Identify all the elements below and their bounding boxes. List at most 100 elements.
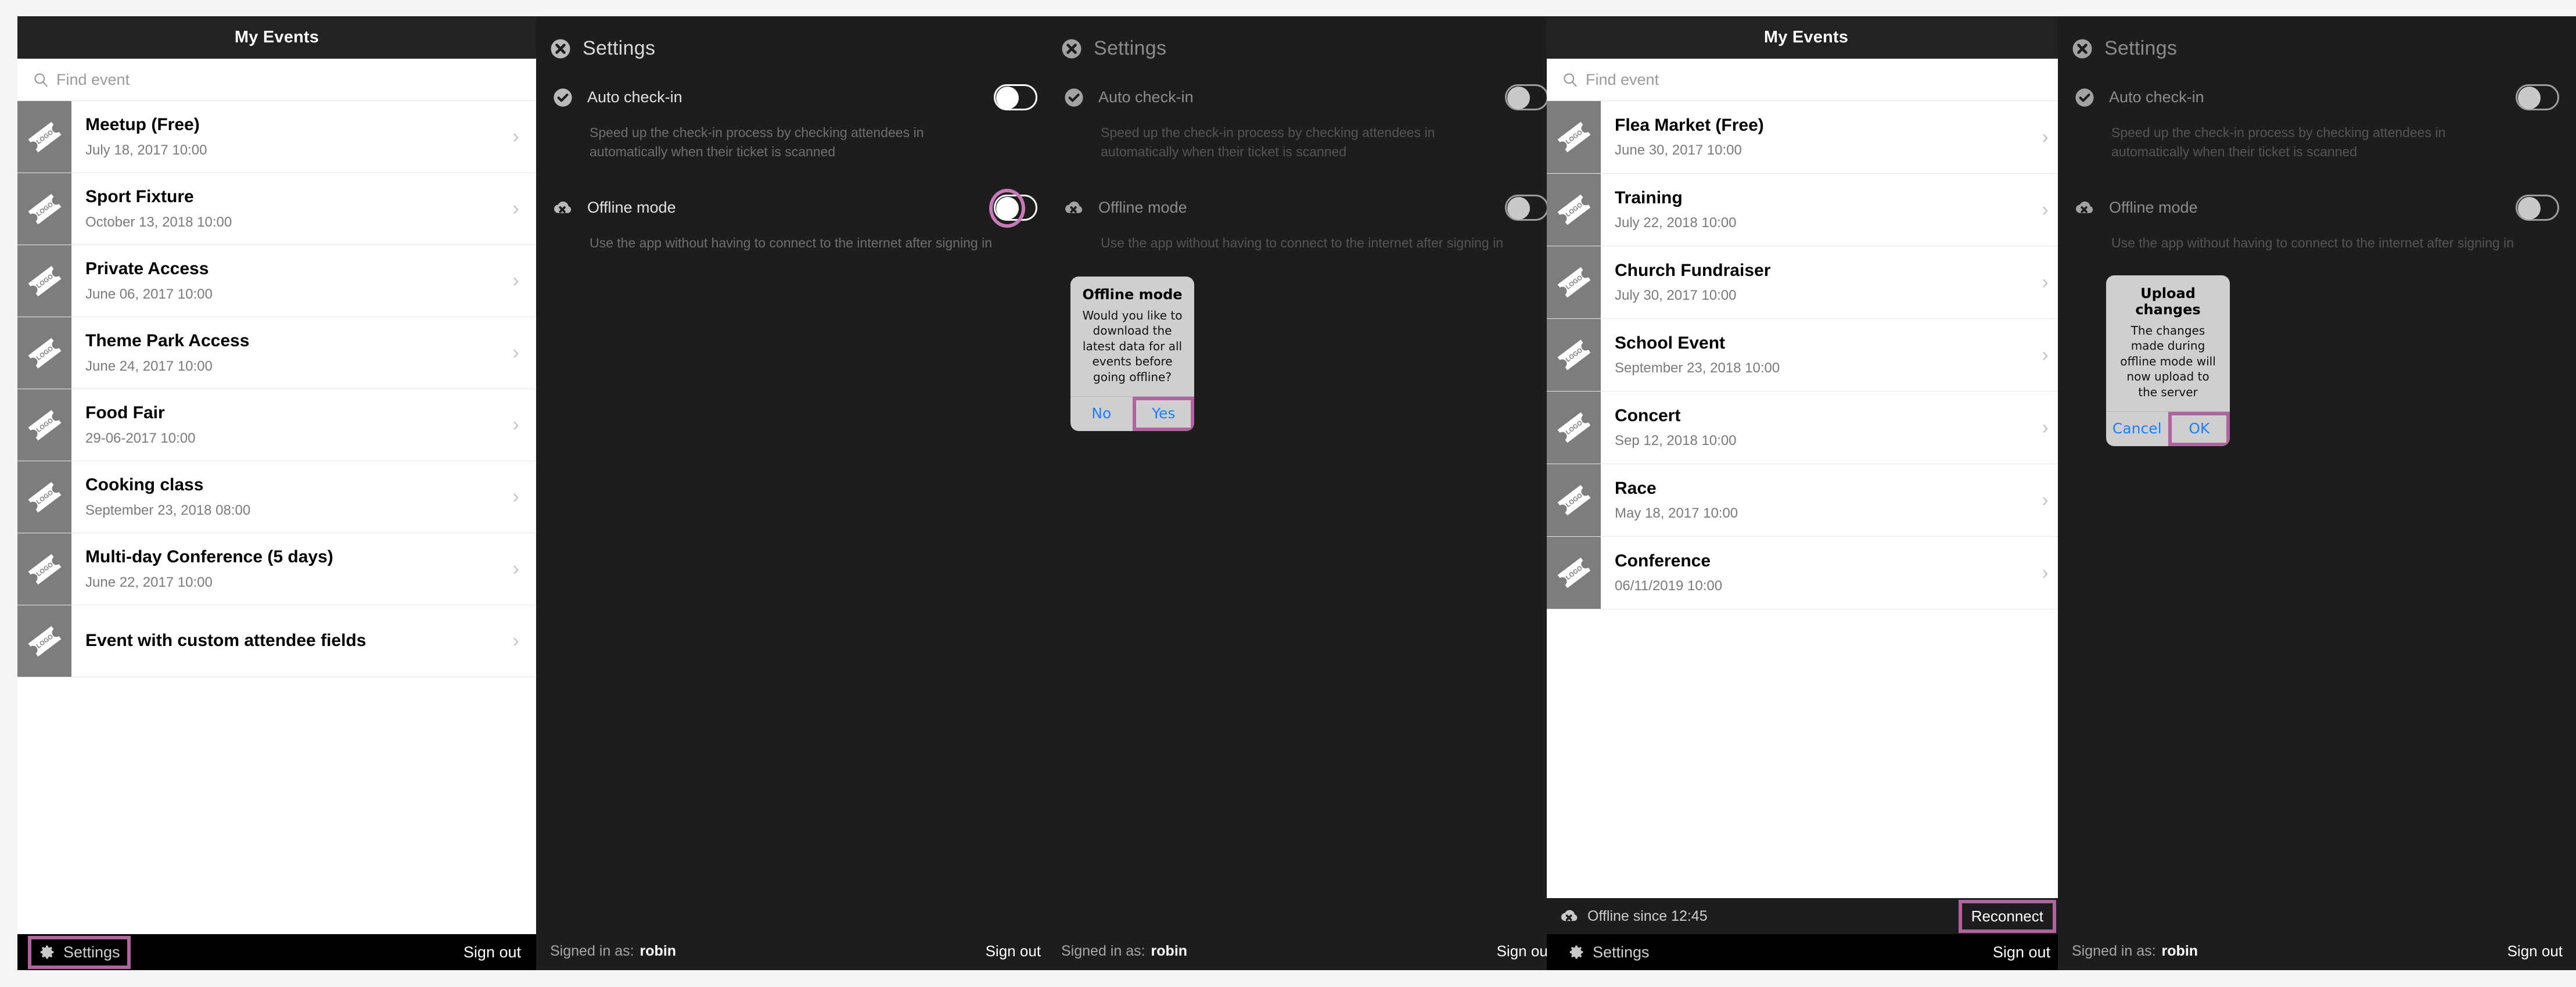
ticket-logo-icon: LOGO	[28, 554, 61, 584]
dialog-cancel-button[interactable]: Cancel	[2106, 412, 2168, 446]
dialog-message: Would you like to download the latest da…	[1082, 308, 1183, 384]
event-date: Sep 12, 2018 10:00	[1615, 433, 1737, 449]
close-icon[interactable]	[1061, 38, 1082, 59]
check-circle-icon	[1062, 88, 1086, 107]
chevron-right-icon: ›	[512, 125, 519, 148]
ticket-logo-icon: LOGO	[28, 482, 61, 512]
event-list-item[interactable]: LOGO Flea Market (Free) June 30, 2017 10:0…	[1547, 101, 2065, 174]
toggle-knob	[996, 197, 1019, 220]
event-title: Food Fair	[85, 403, 165, 423]
auto-checkin-row: Auto check-in	[2058, 84, 2576, 110]
event-info: Flea Market (Free) June 30, 2017 10:00	[1601, 101, 2025, 173]
event-title: Meetup (Free)	[85, 115, 200, 135]
dialog-no-button[interactable]: No	[1070, 397, 1133, 431]
auto-checkin-label: Auto check-in	[587, 88, 682, 106]
event-list-item[interactable]: LOGO Cooking class September 23, 2018 08:0…	[17, 461, 536, 533]
chevron-right-icon: ›	[512, 342, 519, 364]
event-info: School Event September 23, 2018 10:00	[1601, 319, 2025, 391]
auto-checkin-row[interactable]: Auto check-in	[536, 84, 1055, 110]
events-header: My Events	[17, 16, 536, 59]
gear-icon	[40, 945, 54, 959]
signout-button[interactable]: Sign out	[462, 941, 522, 964]
event-list-item[interactable]: LOGO Training July 22, 2018 10:00 ›	[1547, 174, 2065, 246]
chevron-right-icon: ›	[512, 558, 519, 580]
chevron-right-icon: ›	[512, 630, 519, 652]
close-icon[interactable]	[2072, 38, 2093, 59]
ticket-logo-icon: LOGO	[1557, 557, 1590, 588]
dialog-yes-button[interactable]: Yes	[1132, 396, 1194, 431]
settings-bottom-bar: Signed in as: robin Sign out	[2058, 932, 2576, 970]
event-list-item[interactable]: LOGO School Event September 23, 2018 10:00…	[1547, 319, 2065, 392]
event-thumbnail: LOGO	[1547, 319, 1601, 391]
offline-mode-toggle[interactable]	[989, 189, 1037, 228]
settings-header: Settings	[2058, 16, 2576, 60]
offline-mode-row: Offline mode	[1047, 195, 1566, 221]
event-list-item[interactable]: LOGO Race May 18, 2017 10:00 ›	[1547, 464, 2065, 537]
upload-changes-dialog: Upload changes The changes made during o…	[2106, 275, 2230, 446]
event-list-item[interactable]: LOGO Multi-day Conference (5 days) June 22…	[17, 533, 536, 605]
ticket-logo-icon: LOGO	[1557, 484, 1590, 516]
event-title: Multi-day Conference (5 days)	[85, 547, 333, 567]
signout-button[interactable]: Sign out	[2507, 942, 2563, 960]
bottom-bar: Settings Sign out	[1547, 934, 2065, 970]
auto-checkin-toggle	[1505, 84, 1549, 110]
event-info: Private Access June 06, 2017 10:00	[71, 245, 495, 317]
event-title: Event with custom attendee fields	[85, 631, 367, 651]
event-list-item[interactable]: LOGO Event with custom attendee fields ›	[17, 605, 536, 677]
cloud-offline-icon	[551, 199, 574, 217]
auto-checkin-description: Speed up the check-in process by checkin…	[590, 125, 924, 159]
signout-button[interactable]: Sign out	[1497, 942, 1552, 960]
event-list-item[interactable]: LOGO Concert Sep 12, 2018 10:00 ›	[1547, 392, 2065, 464]
event-thumbnail: LOGO	[1547, 392, 1601, 464]
event-title: School Event	[1615, 333, 1726, 353]
event-title: Private Access	[85, 259, 209, 279]
ticket-logo-icon: LOGO	[1557, 267, 1590, 298]
event-date: 29-06-2017 10:00	[85, 430, 196, 446]
auto-checkin-description: Speed up the check-in process by checkin…	[2111, 125, 2446, 159]
gear-icon	[1569, 945, 1583, 959]
chevron-right-icon: ›	[512, 270, 519, 292]
event-title: Church Fundraiser	[1615, 260, 1771, 280]
offline-mode-label: Offline mode	[587, 199, 676, 217]
settings-button[interactable]: Settings	[1561, 939, 1657, 966]
auto-checkin-toggle[interactable]	[994, 84, 1037, 110]
event-list-item[interactable]: LOGO Conference 06/11/2019 10:00 ›	[1547, 537, 2065, 609]
close-icon[interactable]	[550, 38, 571, 59]
panel-my-events: My Events Find event LOGO Meetup (Free) Ju…	[17, 16, 536, 970]
offline-mode-row[interactable]: Offline mode	[536, 189, 1055, 228]
settings-button[interactable]: Settings	[28, 935, 131, 969]
event-list-item[interactable]: LOGO Sport Fixture October 13, 2018 10:00 ›	[17, 173, 536, 245]
settings-header: Settings	[536, 16, 1055, 60]
event-list-item[interactable]: LOGO Private Access June 06, 2017 10:00 ›	[17, 245, 536, 317]
ticket-logo-icon: LOGO	[28, 265, 61, 296]
search-bar[interactable]: Find event	[1547, 59, 2065, 101]
event-title: Race	[1615, 478, 1657, 498]
offline-mode-toggle	[1505, 195, 1549, 221]
dialog-title: Offline mode	[1082, 286, 1183, 303]
settings-title: Settings	[1094, 37, 1167, 59]
dialog-ok-button[interactable]: OK	[2168, 411, 2230, 446]
search-input[interactable]: Find event	[56, 71, 130, 89]
event-list-item[interactable]: LOGO Church Fundraiser July 30, 2017 10:00…	[1547, 246, 2065, 319]
ticket-logo-icon: LOGO	[1557, 339, 1590, 371]
ticket-logo-icon: LOGO	[28, 193, 61, 224]
toggle-knob	[996, 87, 1019, 109]
event-list[interactable]: LOGO Flea Market (Free) June 30, 2017 10:0…	[1547, 101, 2065, 881]
event-thumbnail: LOGO	[1547, 537, 1601, 609]
event-list-item[interactable]: LOGO Meetup (Free) July 18, 2017 10:00 ›	[17, 101, 536, 173]
event-thumbnail: LOGO	[1547, 246, 1601, 318]
signout-button[interactable]: Sign out	[1992, 941, 2052, 964]
event-thumbnail: LOGO	[17, 605, 71, 677]
event-info: Conference 06/11/2019 10:00	[1601, 537, 2025, 609]
signout-button[interactable]: Sign out	[986, 942, 1041, 960]
auto-checkin-description: Speed up the check-in process by checkin…	[1101, 125, 1435, 159]
event-info: Multi-day Conference (5 days) June 22, 20…	[71, 533, 495, 605]
search-input[interactable]: Find event	[1586, 71, 1659, 89]
event-list-item[interactable]: LOGO Theme Park Access June 24, 2017 10:00…	[17, 317, 536, 389]
event-date: July 22, 2018 10:00	[1615, 215, 1737, 231]
event-list[interactable]: LOGO Meetup (Free) July 18, 2017 10:00 › LOG…	[17, 101, 536, 917]
search-bar[interactable]: Find event	[17, 59, 536, 101]
event-list-item[interactable]: LOGO Food Fair 29-06-2017 10:00 ›	[17, 389, 536, 461]
settings-title: Settings	[2104, 37, 2178, 59]
reconnect-button[interactable]: Reconnect	[1958, 899, 2057, 933]
